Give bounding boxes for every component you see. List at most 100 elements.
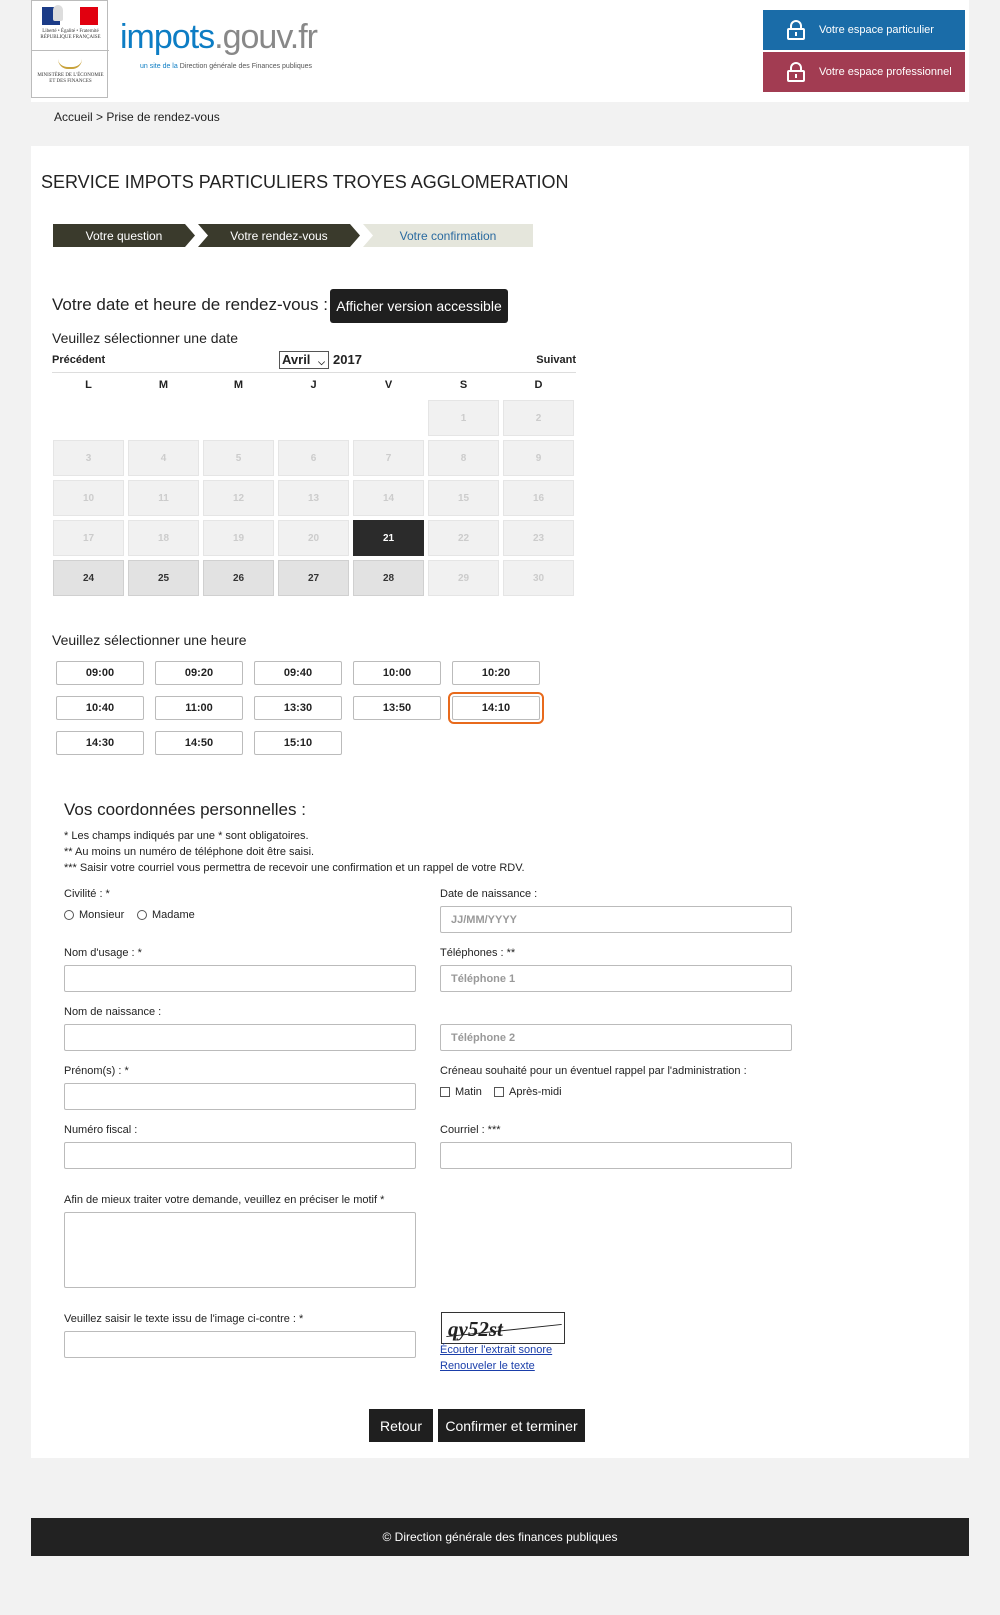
espace-particulier-button[interactable]: Votre espace particulier (763, 10, 965, 50)
renew-captcha-link[interactable]: Renouveler le texte (440, 1360, 535, 1372)
calendar-day[interactable]: 21 (353, 520, 424, 556)
espace-professionnel-button[interactable]: Votre espace professionnel (763, 52, 965, 92)
calendar-year: 2017 (333, 352, 362, 367)
calendar-day: 18 (128, 520, 199, 556)
confirm-button[interactable]: Confirmer et terminer (438, 1409, 585, 1442)
calendar-day[interactable]: 26 (203, 560, 274, 596)
calendar-day: 19 (203, 520, 274, 556)
time-slot-button[interactable]: 13:30 (254, 696, 342, 720)
calendar-day: 22 (428, 520, 499, 556)
government-logo[interactable]: Liberté • Égalité • Fraternité RÉPUBLIQU… (31, 0, 109, 98)
site-brand[interactable]: impots.gouv.fr (120, 18, 318, 57)
tricolor-flag-icon (42, 7, 98, 25)
breadcrumb-home[interactable]: Accueil (54, 110, 93, 124)
weekday-header: V (384, 379, 393, 391)
birthdate-input[interactable]: JJ/MM/YYYY (440, 906, 792, 933)
nom-naissance-label: Nom de naissance : (64, 1006, 162, 1018)
month-select[interactable]: Avril ⌵ (279, 351, 329, 369)
calendar-day[interactable]: 24 (53, 560, 124, 596)
prenoms-input[interactable] (64, 1083, 416, 1110)
breadcrumb-separator: > (96, 110, 104, 124)
telephone-1-input[interactable]: Téléphone 1 (440, 965, 792, 992)
calendar-day: 16 (503, 480, 574, 516)
numero-fiscal-input[interactable] (64, 1142, 416, 1169)
lock-icon (787, 20, 805, 40)
telephone-2-input[interactable]: Téléphone 2 (440, 1024, 792, 1051)
weekday-header: D (534, 379, 543, 391)
calendar-grid: 1 2 3 4 5 6 7 8 9 10 11 12 13 14 15 16 17 18 19 20 21 22 23 24 2… (52, 400, 576, 596)
calendar-day: 3 (53, 440, 124, 476)
checkbox-apres-midi-label: Après-midi (509, 1086, 562, 1098)
logo-divider (32, 50, 109, 51)
republic-name: RÉPUBLIQUE FRANÇAISE (40, 35, 101, 40)
personal-info-title: Vos coordonnées personnelles : (64, 800, 306, 819)
captcha-input[interactable] (64, 1331, 416, 1358)
ministry-emblem-icon (58, 59, 82, 69)
calendar-day[interactable]: 25 (128, 560, 199, 596)
service-title: SERVICE IMPOTS PARTICULIERS TROYES AGGLO… (41, 172, 569, 192)
calendar-next-link[interactable]: Suivant (536, 354, 576, 366)
calendar-nav: Précédent Avril ⌵ 2017 Suivant (52, 351, 576, 373)
time-slot-button[interactable]: 13:50 (353, 696, 441, 720)
accessible-version-button[interactable]: Afficher version accessible (330, 289, 508, 323)
form-note: *** Saisir votre courriel vous permettra… (64, 862, 525, 874)
time-slot-button[interactable]: 10:40 (56, 696, 144, 720)
nom-usage-input[interactable] (64, 965, 416, 992)
form-note: * Les champs indiqués par une * sont obl… (64, 830, 309, 842)
month-select-value: Avril (282, 352, 311, 367)
radio-monsieur-label: Monsieur (79, 909, 125, 921)
espace-particulier-label: Votre espace particulier (819, 24, 934, 36)
calendar-weekdays: LMMJVSD (52, 379, 576, 393)
motif-textarea[interactable] (64, 1212, 416, 1288)
listen-audio-link[interactable]: Écouter l'extrait sonore (440, 1344, 552, 1356)
checkbox-matin[interactable]: Matin (440, 1086, 482, 1098)
time-slot-button[interactable]: 10:20 (452, 661, 540, 685)
calendar-day: 11 (128, 480, 199, 516)
progress-steps: Votre question Votre rendez-vous Votre c… (53, 224, 533, 247)
prenoms-label: Prénom(s) : * (64, 1065, 129, 1077)
weekday-header: J (310, 379, 317, 391)
time-slot-button[interactable]: 15:10 (254, 731, 342, 755)
creneau-label: Créneau souhaité pour un éventuel rappel… (440, 1065, 747, 1077)
radio-monsieur[interactable]: Monsieur (64, 909, 124, 921)
calendar-day[interactable]: 27 (278, 560, 349, 596)
time-slot-button[interactable]: 14:30 (56, 731, 144, 755)
courriel-input[interactable] (440, 1142, 792, 1169)
time-slot-button[interactable]: 14:10 (448, 692, 544, 724)
time-slot-button[interactable]: 11:00 (155, 696, 243, 720)
brand-subtitle-text: Direction générale des Finances publique… (179, 63, 313, 70)
retour-button[interactable]: Retour (369, 1409, 433, 1442)
form-notes: * Les champs indiqués par une * sont obl… (64, 828, 525, 876)
time-select-label: Veuillez sélectionner une heure (52, 632, 247, 648)
time-slot-button[interactable]: 09:00 (56, 661, 144, 685)
time-slot-button[interactable]: 14:50 (155, 731, 243, 755)
checkbox-apres-midi[interactable]: Après-midi (494, 1086, 562, 1098)
calendar-day: 20 (278, 520, 349, 556)
chevron-down-icon: ⌵ (318, 357, 325, 367)
form-note: ** Au moins un numéro de téléphone doit … (64, 846, 315, 858)
motif-label: Afin de mieux traiter votre demande, veu… (64, 1194, 385, 1206)
time-slot-button[interactable]: 10:00 (353, 661, 441, 685)
step-confirmation: Votre confirmation (363, 224, 533, 247)
calendar-day: 8 (428, 440, 499, 476)
captcha-image: qy52st (441, 1312, 565, 1344)
time-slot-button[interactable]: 09:20 (155, 661, 243, 685)
radio-icon (137, 910, 147, 920)
time-slot-button[interactable]: 09:40 (254, 661, 342, 685)
weekday-header: M (233, 379, 244, 391)
captcha-char: qy52st (448, 1317, 503, 1341)
rdv-heading: Votre date et heure de rendez-vous : (52, 295, 328, 314)
calendar-day: 7 (353, 440, 424, 476)
calendar-day[interactable]: 28 (353, 560, 424, 596)
birthdate-label: Date de naissance : (440, 888, 538, 900)
calendar-day: 4 (128, 440, 199, 476)
calendar-previous-link[interactable]: Précédent (52, 354, 105, 366)
captcha-label: Veuillez saisir le texte issu de l'image… (64, 1313, 304, 1325)
step-question: Votre question (53, 224, 195, 247)
nom-naissance-input[interactable] (64, 1024, 416, 1051)
calendar-day: 14 (353, 480, 424, 516)
calendar-day: 15 (428, 480, 499, 516)
radio-madame[interactable]: Madame (137, 909, 195, 921)
calendar-day: 9 (503, 440, 574, 476)
time-slots: 09:00 09:20 09:40 10:00 10:20 10:40 11:00 13:30… (56, 661, 556, 761)
